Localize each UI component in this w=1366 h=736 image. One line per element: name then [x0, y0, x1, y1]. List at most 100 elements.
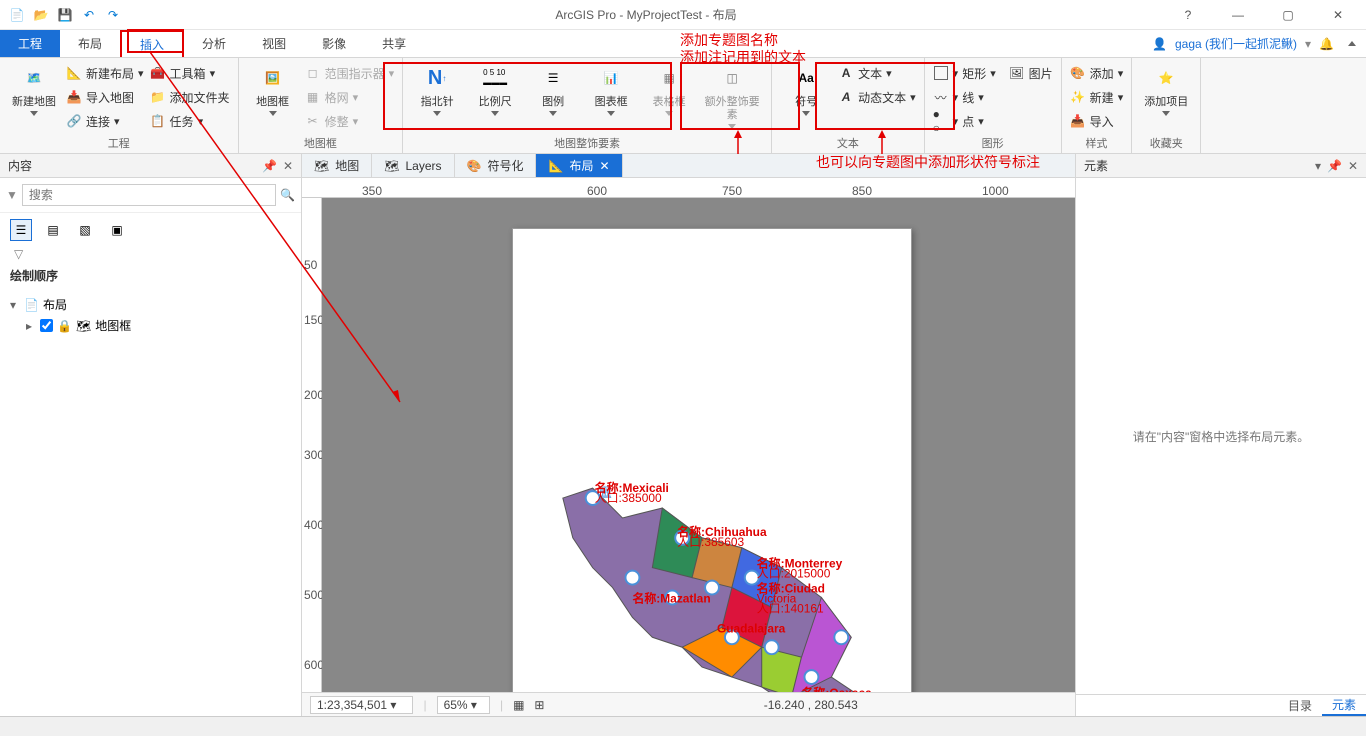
connect-button[interactable]: 🔗连接 ▾: [66, 110, 144, 132]
tab-analysis[interactable]: 分析: [184, 30, 244, 57]
tab-close-icon[interactable]: ✕: [599, 159, 609, 173]
group-label-text: 文本: [780, 133, 916, 151]
elements-menu-icon[interactable]: ▾: [1315, 159, 1321, 173]
tab-imagery[interactable]: 影像: [304, 30, 364, 57]
elements-close-icon[interactable]: ✕: [1348, 159, 1358, 173]
pane-pin-icon[interactable]: 📌: [262, 159, 277, 173]
table-frame-button[interactable]: ▦表格框: [643, 62, 695, 116]
new-map-button[interactable]: 🗺️ 新建地图: [8, 62, 60, 116]
tab-share[interactable]: 共享: [364, 30, 424, 57]
search-icon[interactable]: 🔍: [280, 188, 295, 202]
page-viewport[interactable]: 🏛 名称:Mexicali 人口:3850: [322, 198, 1075, 692]
bell-icon[interactable]: 🔔: [1319, 37, 1334, 51]
legend-button[interactable]: ☰图例: [527, 62, 579, 116]
symbol-button[interactable]: Aa符号: [780, 62, 832, 116]
new-layout-button[interactable]: 📐新建布局 ▾: [66, 62, 144, 84]
toolbox-button[interactable]: 🧰工具箱 ▾: [150, 62, 230, 84]
status-snap-icon[interactable]: ⊞: [534, 698, 544, 712]
layout-page[interactable]: 🏛 名称:Mexicali 人口:3850: [512, 228, 912, 692]
text-button[interactable]: A文本 ▾: [838, 62, 916, 84]
pane-close-icon[interactable]: ✕: [283, 159, 293, 173]
status-grid-icon[interactable]: ▦: [513, 698, 524, 712]
picture-button[interactable]: 🖼图片: [1009, 62, 1053, 84]
extent-indicator-button: ◻范围指示器 ▾: [305, 62, 395, 84]
ribbon-group-project: 🗺️ 新建地图 📐新建布局 ▾ 📥导入地图 🔗连接 ▾ 🧰工具箱 ▾ 📁添加文件…: [0, 58, 239, 153]
style-new-button[interactable]: ✨新建 ▾: [1070, 86, 1124, 108]
group-label-favorites: 收藏夹: [1140, 133, 1192, 151]
toc-source-icon[interactable]: ▣: [106, 219, 128, 241]
qat-new-icon[interactable]: 📄: [6, 4, 28, 26]
toolbox-icon: 🧰: [150, 65, 166, 81]
layout-tab-icon: 📐: [548, 159, 563, 173]
toc-toolbar: ☰ ▤ ▧ ▣: [0, 213, 301, 247]
ribbon-collapse-icon[interactable]: [1348, 41, 1356, 46]
style-add-button[interactable]: 🎨添加 ▾: [1070, 62, 1124, 84]
footer-tab-elements[interactable]: 元素: [1322, 695, 1366, 716]
layout-view: 🗺地图 🗺Layers 🎨符号化 📐布局 ✕ 350 600 750 850 1…: [302, 154, 1076, 716]
toc-list-icon[interactable]: ▤: [42, 219, 64, 241]
import-icon: 📥: [66, 89, 82, 105]
line-icon: 〰: [933, 89, 949, 105]
add-item-button[interactable]: ⭐添加项目: [1140, 62, 1192, 116]
map-frame-content[interactable]: 🏛 名称:Mexicali 人口:3850: [533, 249, 891, 692]
doc-tab-layers[interactable]: 🗺Layers: [372, 154, 454, 177]
qat-redo-icon[interactable]: ↷: [102, 4, 124, 26]
qat-undo-icon[interactable]: ↶: [78, 4, 100, 26]
ribbon-group-mapframe: 🖼️ 地图框 ◻范围指示器 ▾ ▦格网 ▾ ✂修整 ▾ 地图框: [239, 58, 404, 153]
style-new-icon: ✨: [1070, 89, 1086, 105]
user-area[interactable]: 👤 gaga (我们一起抓泥鳅) ▾ 🔔: [1152, 30, 1366, 57]
shape-rect-button[interactable]: ▾ 矩形 ▾: [933, 62, 1003, 84]
svg-text:人口:385603: 人口:385603: [677, 535, 744, 549]
close-button[interactable]: ✕: [1318, 1, 1358, 29]
toc-draw-order-icon[interactable]: ☰: [10, 219, 32, 241]
tab-view[interactable]: 视图: [244, 30, 304, 57]
ribbon-group-graphics: ▾ 矩形 ▾ 〰▾ 线 ▾ ● ○▾ 点 ▾ 🖼图片 图形: [925, 58, 1062, 153]
doc-tab-map[interactable]: 🗺地图: [302, 154, 372, 177]
shape-point-button[interactable]: ● ○▾ 点 ▾: [933, 110, 1003, 132]
maximize-button[interactable]: ▢: [1268, 1, 1308, 29]
tab-insert[interactable]: 插入: [120, 30, 184, 57]
filter-icon[interactable]: ▼: [6, 188, 18, 202]
elements-pane: 元素 ▾📌✕ 请在"内容"窗格中选择布局元素。 目录 元素: [1076, 154, 1366, 716]
picture-icon: 🖼: [1009, 65, 1025, 81]
tree-mapframe-node[interactable]: ▸🔒🗺地图框: [10, 315, 291, 336]
mexico-map-svg: 🏛 名称:Mexicali 人口:3850: [533, 249, 891, 692]
scale-bar-button[interactable]: 0 5 10▬▬▬比例尺: [469, 62, 521, 116]
shape-line-button[interactable]: 〰▾ 线 ▾: [933, 86, 1003, 108]
text-icon: A: [838, 65, 854, 81]
tree-layout-node[interactable]: ▾📄布局: [10, 294, 291, 315]
toc-expand-icon[interactable]: ▽: [0, 247, 301, 261]
minimize-button[interactable]: —: [1218, 1, 1258, 29]
quick-access-toolbar: 📄 📂 💾 ↶ ↷: [0, 4, 124, 26]
style-add-icon: 🎨: [1070, 65, 1086, 81]
tasks-button[interactable]: 📋任务 ▾: [150, 110, 230, 132]
add-folder-button[interactable]: 📁添加文件夹: [150, 86, 230, 108]
trim-button: ✂修整 ▾: [305, 110, 395, 132]
document-tabs: 🗺地图 🗺Layers 🎨符号化 📐布局 ✕: [302, 154, 1075, 178]
import-map-button[interactable]: 📥导入地图: [66, 86, 144, 108]
task-icon: 📋: [150, 113, 166, 129]
map-frame-button[interactable]: 🖼️ 地图框: [247, 62, 299, 116]
chart-frame-button[interactable]: 📊图表框: [585, 62, 637, 116]
chart-icon: 📊: [595, 62, 627, 94]
tab-layout[interactable]: 布局: [60, 30, 120, 57]
help-icon[interactable]: ?: [1168, 1, 1208, 29]
group-label-styles: 样式: [1070, 133, 1124, 151]
doc-tab-layout[interactable]: 📐布局 ✕: [536, 154, 622, 177]
north-arrow-button[interactable]: N↑指北针: [411, 62, 463, 116]
qat-save-icon[interactable]: 💾: [54, 4, 76, 26]
dynamic-text-button[interactable]: A动态文本 ▾: [838, 86, 916, 108]
doc-tab-symbol[interactable]: 🎨符号化: [455, 154, 537, 177]
dyntext-icon: A: [838, 89, 854, 105]
elements-pin-icon[interactable]: 📌: [1327, 159, 1342, 173]
toc-media-icon[interactable]: ▧: [74, 219, 96, 241]
mapframe-checkbox[interactable]: [40, 319, 53, 332]
scale-selector[interactable]: 1:23,354,501 ▾: [310, 696, 413, 714]
qat-open-icon[interactable]: 📂: [30, 4, 52, 26]
search-input[interactable]: [22, 184, 276, 206]
tab-project[interactable]: 工程: [0, 30, 60, 57]
footer-tab-catalog[interactable]: 目录: [1278, 695, 1322, 716]
zoom-selector[interactable]: 65% ▾: [437, 696, 490, 714]
style-import-button[interactable]: 📥导入: [1070, 110, 1124, 132]
extra-surrounds-button[interactable]: ◫额外整饰要素: [701, 62, 763, 129]
